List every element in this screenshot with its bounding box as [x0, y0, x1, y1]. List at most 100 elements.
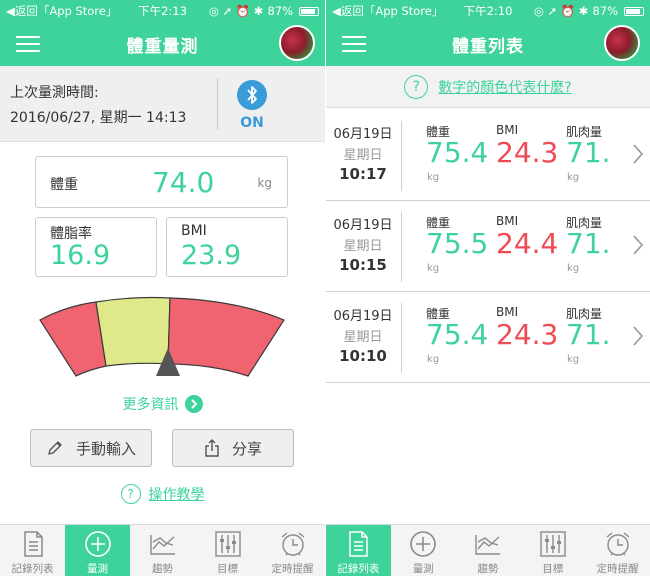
- menu-icon[interactable]: [342, 34, 366, 54]
- tab-measure-label: 量測: [412, 563, 434, 575]
- color-help-link[interactable]: ? 數字的顏色代表什麼?: [326, 66, 650, 108]
- muscle-unit: kg: [567, 263, 580, 274]
- chevron-right-icon: [633, 326, 644, 346]
- last-measure-label: 上次量測時間:: [10, 85, 99, 101]
- share-label: 分享: [231, 439, 262, 458]
- record-row[interactable]: 06月19日 星期日 10:15 體重 75.5 kg BMI 24.4 肌肉量 71. kg: [326, 202, 650, 292]
- page-title: 體重量測: [126, 36, 199, 57]
- tab-goal-label: 目標: [542, 563, 564, 575]
- battery-percent: 87%: [592, 4, 618, 18]
- gauge-segment-low: [39, 301, 107, 377]
- status-right: ◎ ➚ ⏰ ✱ 87%: [209, 4, 319, 18]
- tab-records[interactable]: 記錄列表: [0, 525, 65, 576]
- status-icons: ◎ ➚ ⏰ ✱: [208, 4, 264, 18]
- manual-input-label: 手動輸入: [75, 439, 136, 458]
- bluetooth-icon[interactable]: [237, 80, 267, 110]
- tab-trend[interactable]: 趨勢: [456, 525, 521, 576]
- body-fat-value: 16.9: [50, 240, 111, 271]
- bmi-value: 23.9: [181, 240, 242, 271]
- tutorial-label: 操作教學: [148, 487, 205, 503]
- measure-screen: ◀返回「App Store」 下午2:13 ◎ ➚ ⏰ ✱ 87% 體重量測 上…: [0, 0, 325, 576]
- weight-unit: kg: [427, 354, 440, 365]
- record-metrics: 體重 75.4 kg BMI 24.3 肌肉量 71. kg: [326, 293, 626, 383]
- share-button[interactable]: 分享: [172, 429, 294, 467]
- muscle-value: 71.: [566, 136, 611, 169]
- tab-goal-label: 目標: [217, 563, 238, 575]
- weight-value: 75.4: [426, 318, 489, 351]
- muscle-unit: kg: [567, 172, 580, 183]
- weight-unit: kg: [257, 176, 272, 190]
- sliders-icon: [540, 531, 566, 557]
- weight-value: 75.4: [426, 136, 489, 169]
- color-help-label: 數字的顏色代表什麼?: [438, 79, 572, 96]
- back-to-app-store[interactable]: ◀返回「App Store」: [6, 3, 209, 19]
- plus-circle-icon: [84, 531, 111, 557]
- bmi-value: 24.3: [496, 136, 559, 169]
- bmi-label: BMI: [181, 223, 207, 239]
- nav-bar: 體重列表: [326, 22, 650, 66]
- bmi-label: BMI: [496, 305, 519, 319]
- records-screen: ◀返回「App Store」 下午2:10 ◎ ➚ ⏰ ✱ 87% 體重列表 ?…: [326, 0, 650, 576]
- divider: [217, 78, 218, 130]
- weight-value: 74.0: [152, 166, 215, 199]
- more-info-label: 更多資訊: [122, 397, 179, 413]
- tab-records[interactable]: 記錄列表: [326, 525, 391, 576]
- weight-card: 體重 74.0 kg: [35, 156, 288, 208]
- record-metrics: 體重 75.4 kg BMI 24.3 肌肉量 71. kg: [326, 111, 626, 201]
- status-icons: ◎ ➚ ⏰ ✱: [533, 4, 589, 18]
- tab-measure[interactable]: 量測: [65, 525, 130, 576]
- bmi-label: BMI: [496, 123, 519, 137]
- gauge-segment-high: [167, 297, 285, 377]
- tab-bar: 記錄列表 量測 趨勢 目標 定時提醒: [326, 524, 650, 576]
- battery-icon: [624, 6, 644, 16]
- bmi-value: 24.4: [496, 227, 559, 260]
- status-bar: ◀返回「App Store」 下午2:13 ◎ ➚ ⏰ ✱ 87%: [0, 0, 325, 22]
- avatar[interactable]: [604, 25, 640, 61]
- trend-icon: [475, 535, 500, 555]
- share-icon: [205, 439, 219, 457]
- avatar[interactable]: [279, 25, 315, 61]
- status-right: ◎ ➚ ⏰ ✱ 87%: [534, 4, 644, 18]
- manual-input-button[interactable]: 手動輸入: [30, 429, 152, 467]
- tab-trend-label: 趨勢: [152, 563, 173, 575]
- tab-records-label: 記錄列表: [337, 563, 380, 575]
- back-to-app-store[interactable]: ◀返回「App Store」: [332, 3, 534, 19]
- weight-unit: kg: [427, 263, 440, 274]
- tab-bar: 記錄列表 量測 趨勢 目標 定時提醒: [0, 524, 325, 576]
- body-fat-card: 體脂率 16.9: [35, 217, 157, 277]
- menu-icon[interactable]: [16, 34, 40, 54]
- sliders-icon: [214, 531, 241, 557]
- battery-percent: 87%: [267, 4, 293, 18]
- muscle-value: 71.: [566, 318, 611, 351]
- weight-value: 75.5: [426, 227, 489, 260]
- bmi-label: BMI: [496, 214, 519, 228]
- tab-reminder-label: 定時提醒: [596, 563, 639, 575]
- list-icon: [23, 531, 43, 557]
- record-metrics: 體重 75.5 kg BMI 24.4 肌肉量 71. kg: [326, 202, 626, 292]
- record-row[interactable]: 06月19日 星期日 10:10 體重 75.4 kg BMI 24.3 肌肉量 71. kg: [326, 293, 650, 383]
- tab-measure[interactable]: 量測: [391, 525, 456, 576]
- weight-label: 體重: [50, 177, 78, 193]
- tab-reminder[interactable]: 定時提醒: [260, 525, 325, 576]
- tutorial-link[interactable]: ? 操作教學: [0, 484, 325, 504]
- chevron-right-icon: [633, 144, 644, 164]
- record-row[interactable]: 06月19日 星期日 10:17 體重 75.4 kg BMI 24.3 肌肉量 71. kg: [326, 111, 650, 201]
- chevron-right-icon: [184, 395, 203, 413]
- bmi-gauge: [39, 296, 285, 377]
- plus-circle-icon: [410, 531, 436, 557]
- question-icon: ?: [404, 74, 429, 99]
- nav-bar: 體重量測: [0, 22, 325, 66]
- trend-icon: [149, 535, 175, 555]
- tab-reminder[interactable]: 定時提醒: [585, 525, 650, 576]
- tab-records-label: 記錄列表: [11, 563, 54, 575]
- battery-icon: [299, 6, 319, 16]
- bluetooth-state: ON: [240, 115, 264, 131]
- tab-trend[interactable]: 趨勢: [130, 525, 195, 576]
- tab-goal[interactable]: 目標: [520, 525, 585, 576]
- gauge-segment-normal: [95, 296, 171, 367]
- tab-goal[interactable]: 目標: [195, 525, 260, 576]
- pencil-icon: [48, 441, 62, 455]
- muscle-value: 71.: [566, 227, 611, 260]
- more-info-link[interactable]: 更多資訊: [0, 394, 325, 414]
- bmi-value: 24.3: [496, 318, 559, 351]
